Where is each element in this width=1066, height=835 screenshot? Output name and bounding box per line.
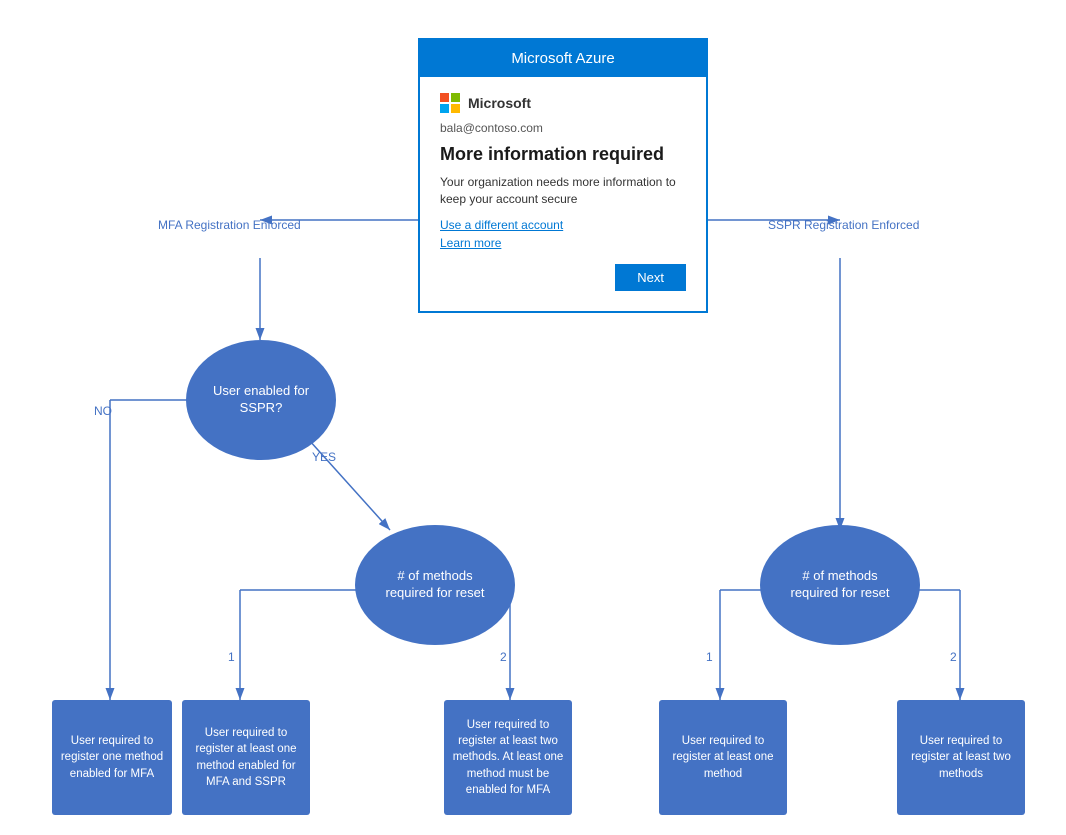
no-label: NO	[94, 404, 112, 418]
company-name: Microsoft	[468, 95, 531, 111]
result-mfa-one-method: User required to register one method ena…	[52, 700, 172, 815]
mfa-enforced-label: MFA Registration Enforced	[158, 218, 301, 232]
dialog-description: Your organization needs more information…	[440, 174, 686, 208]
result-mfa-two-methods-text: User required to register at least two m…	[452, 717, 564, 797]
sspr-question-text: User enabled forSSPR?	[213, 383, 309, 417]
result-mfa-sspr-one-method-text: User required to register at least one m…	[190, 725, 302, 789]
ms-logo-green	[451, 93, 460, 102]
methods-right-text: # of methodsrequired for reset	[791, 568, 890, 602]
result-mfa-two-methods: User required to register at least two m…	[444, 700, 572, 815]
methods-right-ellipse: # of methodsrequired for reset	[760, 525, 920, 645]
methods-left-text: # of methodsrequired for reset	[386, 568, 485, 602]
result-sspr-one-method: User required to register at least one m…	[659, 700, 787, 815]
dialog-header-title: Microsoft Azure	[511, 50, 614, 67]
result-mfa-one-method-text: User required to register one method ena…	[60, 733, 164, 781]
dialog-title: More information required	[440, 143, 686, 166]
result-sspr-two-methods-text: User required to register at least two m…	[905, 733, 1017, 781]
result-sspr-two-methods: User required to register at least two m…	[897, 700, 1025, 815]
label-1-right: 1	[706, 650, 713, 664]
dialog-body: Microsoft bala@contoso.com More informat…	[420, 77, 706, 311]
yes-label: YES	[312, 450, 336, 464]
microsoft-logo: Microsoft	[440, 93, 686, 113]
different-account-link[interactable]: Use a different account	[440, 218, 686, 232]
dialog-header: Microsoft Azure	[420, 40, 706, 77]
dialog-footer: Next	[440, 264, 686, 291]
ms-logo-grid	[440, 93, 460, 113]
ms-logo-red	[440, 93, 449, 102]
learn-more-link[interactable]: Learn more	[440, 236, 686, 250]
azure-dialog: Microsoft Azure Microsoft bala@contoso.c…	[418, 38, 708, 313]
methods-left-ellipse: # of methodsrequired for reset	[355, 525, 515, 645]
sspr-question-ellipse: User enabled forSSPR?	[186, 340, 336, 460]
label-1-left: 1	[228, 650, 235, 664]
label-2-right: 2	[950, 650, 957, 664]
result-mfa-sspr-one-method: User required to register at least one m…	[182, 700, 310, 815]
next-button[interactable]: Next	[615, 264, 686, 291]
sspr-enforced-label: SSPR Registration Enforced	[768, 218, 919, 232]
user-email: bala@contoso.com	[440, 121, 686, 135]
ms-logo-blue	[440, 104, 449, 113]
result-sspr-one-method-text: User required to register at least one m…	[667, 733, 779, 781]
ms-logo-yellow	[451, 104, 460, 113]
diagram-container: Microsoft Azure Microsoft bala@contoso.c…	[0, 0, 1066, 835]
label-2-left: 2	[500, 650, 507, 664]
